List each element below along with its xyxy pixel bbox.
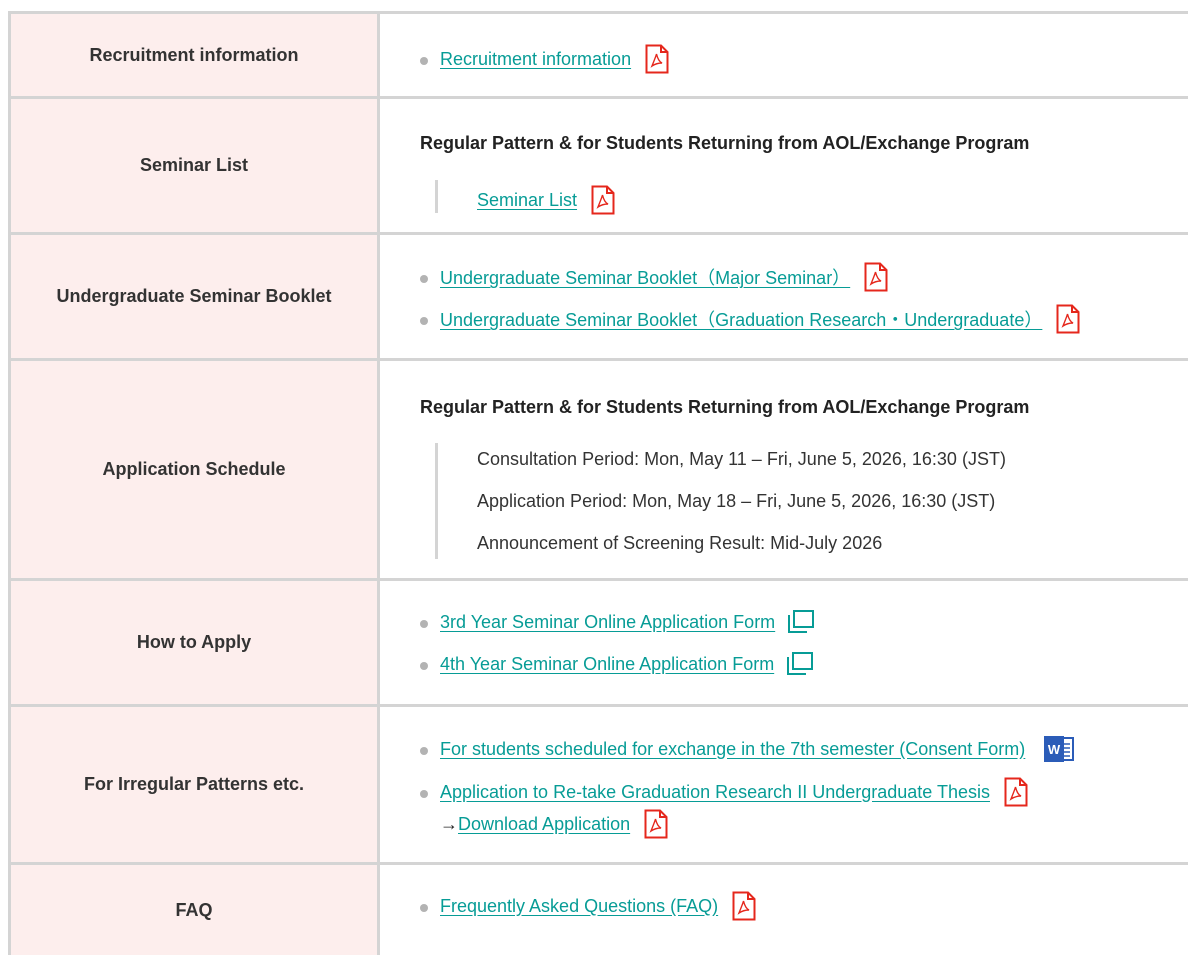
list-item: Frequently Asked Questions (FAQ) [420, 891, 756, 921]
word-icon: W [1043, 735, 1075, 763]
bullet [420, 790, 428, 798]
application-period-text: Application Period: Mon, May 18 – Fri, J… [477, 491, 996, 511]
row-header: Undergraduate Seminar Booklet [11, 235, 380, 358]
booklet-graduation-research-link[interactable]: Undergraduate Seminar Booklet（Graduation… [440, 306, 1042, 332]
bullet [420, 317, 428, 325]
recruitment-information-link[interactable]: Recruitment information [440, 49, 631, 70]
pdf-icon [1004, 777, 1028, 807]
row-header: For Irregular Patterns etc. [11, 707, 380, 862]
bullet [420, 57, 428, 65]
arrow-text: → [440, 813, 458, 834]
consultation-period-text: Consultation Period: Mon, May 11 – Fri, … [477, 449, 1006, 469]
list-item: 4th Year Seminar Online Application Form [420, 652, 814, 676]
table-row: Undergraduate Seminar Booklet Undergradu… [11, 235, 1188, 361]
bullet [420, 620, 428, 628]
row-content: For students scheduled for exchange in t… [380, 707, 1188, 862]
row-content: Recruitment information [380, 14, 1188, 96]
row-header: Application Schedule [11, 361, 380, 578]
list-item: 3rd Year Seminar Online Application Form [420, 610, 815, 634]
table-row: Application Schedule Regular Pattern & f… [11, 361, 1188, 581]
row-header: Seminar List [11, 99, 380, 232]
row-content: Undergraduate Seminar Booklet（Major Semi… [380, 235, 1188, 358]
svg-text:W: W [1048, 742, 1061, 757]
pdf-icon [732, 891, 756, 921]
row-content: Regular Pattern & for Students Returning… [380, 361, 1188, 578]
row-header: Recruitment information [11, 14, 380, 96]
pdf-icon [645, 44, 669, 74]
pdf-icon [864, 262, 888, 292]
list-item: Undergraduate Seminar Booklet（Major Semi… [420, 262, 888, 292]
quote-bar [435, 443, 438, 559]
seminar-list-link[interactable]: Seminar List [477, 190, 577, 211]
new-window-icon [787, 610, 815, 634]
row-content: Regular Pattern & for Students Returning… [380, 99, 1188, 232]
exchange-consent-form-link[interactable]: For students scheduled for exchange in t… [440, 739, 1025, 760]
list-item: Undergraduate Seminar Booklet（Graduation… [420, 304, 1080, 334]
list-item: Recruitment information [420, 44, 669, 74]
row-header: How to Apply [11, 581, 380, 704]
row-content: 3rd Year Seminar Online Application Form… [380, 581, 1188, 704]
4th-year-application-link[interactable]: 4th Year Seminar Online Application Form [440, 654, 774, 675]
booklet-major-seminar-link[interactable]: Undergraduate Seminar Booklet（Major Semi… [440, 264, 850, 290]
table-row: How to Apply 3rd Year Seminar Online App… [11, 581, 1188, 707]
table-row: Seminar List Regular Pattern & for Stude… [11, 99, 1188, 235]
pdf-icon [1056, 304, 1080, 334]
table-row: Recruitment information Recruitment info… [11, 14, 1188, 99]
announcement-text: Announcement of Screening Result: Mid-Ju… [477, 533, 883, 553]
3rd-year-application-link[interactable]: 3rd Year Seminar Online Application Form [440, 612, 775, 633]
faq-link[interactable]: Frequently Asked Questions (FAQ) [440, 896, 718, 917]
list-item: For students scheduled for exchange in t… [420, 735, 1075, 763]
bullet [420, 275, 428, 283]
list-item: Seminar List [477, 185, 615, 215]
recruitment-table: Recruitment information Recruitment info… [8, 11, 1188, 955]
new-window-icon [786, 652, 814, 676]
pdf-icon [644, 809, 668, 839]
bullet [420, 662, 428, 670]
pattern-subheading: Regular Pattern & for Students Returning… [420, 397, 1030, 417]
pattern-subheading: Regular Pattern & for Students Returning… [420, 133, 1030, 153]
list-item: Application to Re-take Graduation Resear… [420, 777, 1028, 807]
download-line: → Download Application [440, 809, 668, 839]
retake-graduation-research-link[interactable]: Application to Re-take Graduation Resear… [440, 782, 990, 803]
bullet [420, 904, 428, 912]
bullet [420, 747, 428, 755]
pdf-icon [591, 185, 615, 215]
table-row: For Irregular Patterns etc. For students… [11, 707, 1188, 865]
quote-bar [435, 180, 438, 213]
download-application-link[interactable]: Download Application [458, 814, 630, 835]
